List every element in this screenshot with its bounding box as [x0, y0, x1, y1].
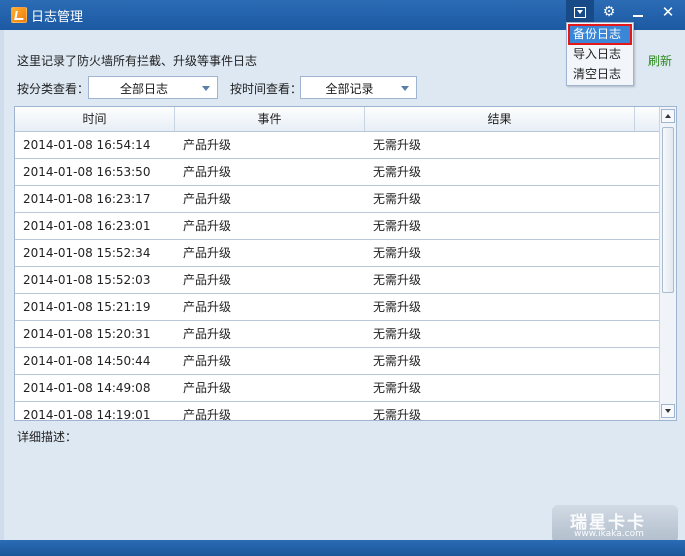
category-filter-value: 全部日志	[119, 82, 168, 96]
category-filter-select[interactable]: 全部日志	[88, 76, 218, 99]
table-row[interactable]: 2014-01-08 16:23:01 产品升级 无需升级	[15, 213, 660, 240]
column-header-time[interactable]: 时间	[15, 107, 175, 131]
cell-result: 无需升级	[373, 273, 422, 287]
table-row[interactable]: 2014-01-08 16:23:17 产品升级 无需升级	[15, 186, 660, 213]
close-icon: ✕	[661, 3, 675, 21]
cell-event: 产品升级	[183, 165, 232, 179]
log-manager-window: 日志管理 ⚙ ✕ 这里记录了防火墙所有拦截、升级等事件日志 刷新 按分类查看： …	[0, 0, 685, 556]
cell-time: 2014-01-08 15:20:31	[23, 327, 151, 341]
menu-item-clear-log[interactable]: 清空日志	[569, 65, 631, 84]
cell-event: 产品升级	[183, 354, 232, 368]
cell-result: 无需升级	[373, 354, 422, 368]
log-table: 时间 事件 结果 2014-01-08 16:54:14 产品升级 无需升级 2014…	[14, 106, 677, 421]
vertical-scrollbar[interactable]	[659, 107, 676, 420]
scroll-down-button[interactable]	[661, 404, 675, 418]
column-header-result[interactable]: 结果	[365, 107, 635, 131]
cell-result: 无需升级	[373, 165, 422, 179]
table-row[interactable]: 2014-01-08 14:19:01 产品升级 无需升级	[15, 402, 660, 421]
time-filter-label: 按时间查看：	[230, 82, 303, 96]
detail-description-label: 详细描述：	[17, 430, 78, 444]
column-header-event[interactable]: 事件	[175, 107, 365, 131]
cell-time: 2014-01-08 15:52:34	[23, 246, 151, 260]
cell-time: 2014-01-08 15:52:03	[23, 273, 151, 287]
scroll-thumb[interactable]	[662, 127, 674, 293]
menu-item-import-log[interactable]: 导入日志	[569, 45, 631, 64]
cell-event: 产品升级	[183, 327, 232, 341]
dropdown-menu: 备份日志 导入日志 清空日志	[566, 22, 634, 86]
cell-event: 产品升级	[183, 381, 232, 395]
app-logo-icon	[11, 7, 27, 23]
table-row[interactable]: 2014-01-08 15:21:19 产品升级 无需升级	[15, 294, 660, 321]
page-description: 这里记录了防火墙所有拦截、升级等事件日志	[17, 54, 258, 68]
cell-time: 2014-01-08 16:23:01	[23, 219, 151, 233]
menu-item-backup-log[interactable]: 备份日志	[568, 24, 632, 45]
cell-result: 无需升级	[373, 192, 422, 206]
cell-time: 2014-01-08 16:53:50	[23, 165, 151, 179]
cell-event: 产品升级	[183, 138, 232, 152]
cell-result: 无需升级	[373, 408, 422, 421]
menu-dropdown-button[interactable]	[566, 0, 594, 24]
cell-event: 产品升级	[183, 246, 232, 260]
settings-button[interactable]: ⚙	[595, 0, 623, 24]
cell-time: 2014-01-08 14:50:44	[23, 354, 151, 368]
cell-result: 无需升级	[373, 246, 422, 260]
cell-result: 无需升级	[373, 327, 422, 341]
cell-event: 产品升级	[183, 408, 232, 421]
minimize-icon	[633, 15, 643, 17]
cell-time: 2014-01-08 15:21:19	[23, 300, 151, 314]
bottom-bar	[0, 540, 685, 556]
cell-event: 产品升级	[183, 219, 232, 233]
cell-result: 无需升级	[373, 381, 422, 395]
table-row[interactable]: 2014-01-08 15:52:03 产品升级 无需升级	[15, 267, 660, 294]
left-border	[0, 30, 4, 540]
category-filter-label: 按分类查看：	[17, 82, 90, 96]
time-filter-select[interactable]: 全部记录	[300, 76, 417, 99]
minimize-button[interactable]	[624, 0, 652, 24]
close-button[interactable]: ✕	[654, 0, 682, 24]
chevron-down-icon	[401, 86, 409, 91]
cell-time: 2014-01-08 14:49:08	[23, 381, 151, 395]
watermark-url: www.ikaka.com	[574, 529, 644, 539]
cell-time: 2014-01-08 16:23:17	[23, 192, 151, 206]
scroll-up-button[interactable]	[661, 109, 675, 123]
cell-event: 产品升级	[183, 273, 232, 287]
dropdown-menu-icon	[574, 6, 586, 18]
cell-result: 无需升级	[373, 300, 422, 314]
table-row[interactable]: 2014-01-08 16:54:14 产品升级 无需升级	[15, 132, 660, 159]
cell-event: 产品升级	[183, 300, 232, 314]
table-row[interactable]: 2014-01-08 16:53:50 产品升级 无需升级	[15, 159, 660, 186]
cell-result: 无需升级	[373, 138, 422, 152]
cell-event: 产品升级	[183, 192, 232, 206]
window-title: 日志管理	[31, 10, 84, 25]
cell-time: 2014-01-08 14:19:01	[23, 408, 151, 421]
table-header: 时间 事件 结果	[15, 107, 660, 132]
watermark-logo: 瑞星卡卡 www.ikaka.com	[552, 505, 678, 543]
table-row[interactable]: 2014-01-08 14:50:44 产品升级 无需升级	[15, 348, 660, 375]
cell-result: 无需升级	[373, 219, 422, 233]
chevron-down-icon	[202, 86, 210, 91]
time-filter-value: 全部记录	[325, 82, 374, 96]
refresh-link[interactable]: 刷新	[648, 52, 672, 69]
gear-icon: ⚙	[602, 4, 616, 20]
table-row[interactable]: 2014-01-08 14:49:08 产品升级 无需升级	[15, 375, 660, 402]
cell-time: 2014-01-08 16:54:14	[23, 138, 151, 152]
table-row[interactable]: 2014-01-08 15:52:34 产品升级 无需升级	[15, 240, 660, 267]
table-row[interactable]: 2014-01-08 15:20:31 产品升级 无需升级	[15, 321, 660, 348]
